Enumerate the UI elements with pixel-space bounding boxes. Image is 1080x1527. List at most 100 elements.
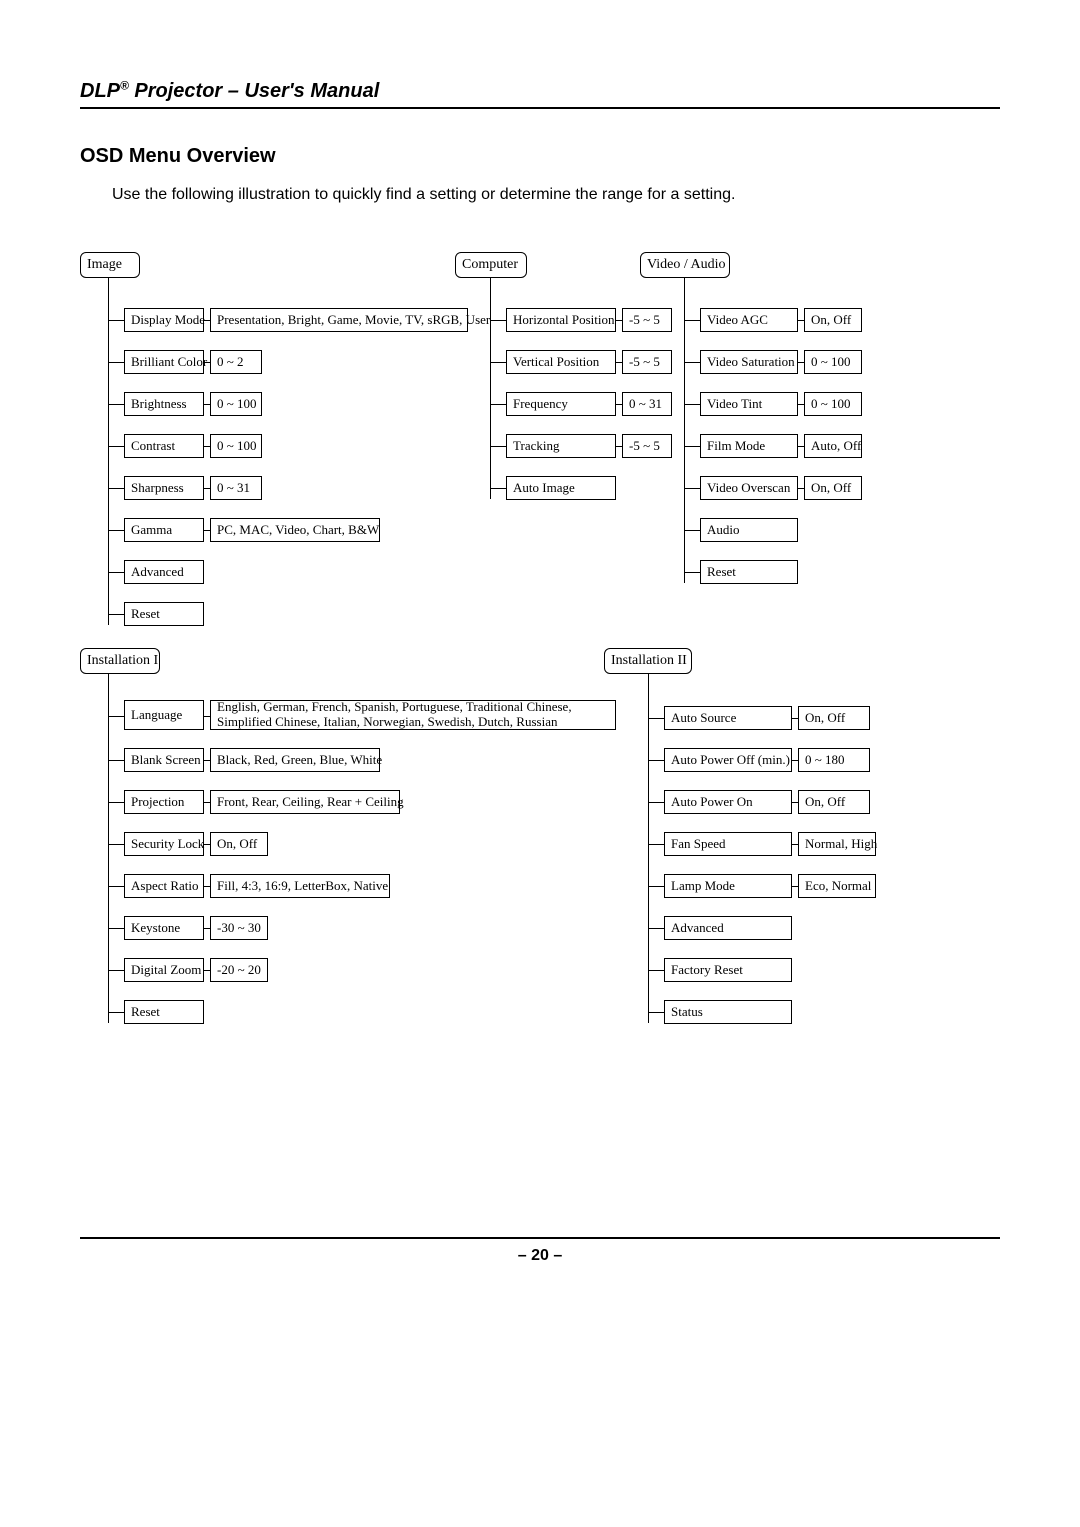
tree-branch [108,530,124,531]
tree-branch [684,362,700,363]
text: Lamp Mode [671,878,735,894]
tree-branch [684,572,700,573]
tree-branch [684,320,700,321]
menu-header-installation1: Installation I [80,648,160,674]
text: 0 ~ 100 [811,396,851,412]
text: On, Off [217,836,257,852]
item-value: PC, MAC, Video, Chart, B&W [210,518,380,542]
item-value: Black, Red, Green, Blue, White [210,748,380,772]
tree-branch [648,928,664,929]
text: Keystone [131,920,180,936]
tree-branch [648,1012,664,1013]
tree-branch [648,802,664,803]
menu-header-installation2: Installation II [604,648,692,674]
item-label: Film Mode [700,434,798,458]
text: -5 ~ 5 [629,354,660,370]
page-header: DLP® Projector – User's Manual [80,80,379,102]
tree-branch [648,718,664,719]
item-label: Display Mode [124,308,204,332]
item-value: On, Off [798,790,870,814]
text: Language [131,707,182,723]
text: Frequency [513,396,568,412]
text: Auto Power Off (min.) [671,752,790,768]
item-value: Presentation, Bright, Game, Movie, TV, s… [210,308,468,332]
item-value: Auto, Off [804,434,862,458]
item-label: Factory Reset [664,958,792,982]
item-value: -5 ~ 5 [622,434,672,458]
item-label: Video AGC [700,308,798,332]
item-label: Video Saturation [700,350,798,374]
item-label: Blank Screen [124,748,204,772]
tree-branch [490,446,506,447]
text: Reset [707,564,736,580]
text: Fan Speed [671,836,726,852]
text: Auto Source [671,710,736,726]
tree-branch [490,362,506,363]
item-label: Auto Power Off (min.) [664,748,792,772]
text: Factory Reset [671,962,743,978]
item-label: Brilliant Color [124,350,204,374]
item-value: Fill, 4:3, 16:9, LetterBox, Native [210,874,390,898]
text: On, Off [811,312,851,328]
text: Contrast [131,438,175,454]
item-label: Auto Source [664,706,792,730]
text: Film Mode [707,438,765,454]
text: Brightness [131,396,187,412]
item-label: Projection [124,790,204,814]
footer-rule [80,1237,1000,1239]
page-number: – 20 – [0,1247,1080,1265]
item-value: On, Off [804,308,862,332]
text: Tracking [513,438,559,454]
menu-header-computer-label: Computer [462,257,518,273]
tree-branch [108,362,124,363]
text: Normal, High [805,836,877,852]
tree-stem [490,278,491,499]
text: Security Lock [131,836,204,852]
item-label: Auto Power On [664,790,792,814]
item-label: Vertical Position [506,350,616,374]
text: Auto Power On [671,794,753,810]
tree-branch [108,488,124,489]
item-label: Fan Speed [664,832,792,856]
item-value: -5 ~ 5 [622,350,672,374]
item-value: 0 ~ 31 [622,392,672,416]
item-label: Advanced [664,916,792,940]
tree-branch [648,970,664,971]
text: Video Overscan [707,480,790,496]
text: Advanced [671,920,724,936]
item-label: Contrast [124,434,204,458]
item-label: Horizontal Position [506,308,616,332]
text: Advanced [131,564,184,580]
item-label: Video Overscan [700,476,798,500]
section-title: OSD Menu Overview [80,145,1000,168]
tree-branch [108,572,124,573]
item-label: Security Lock [124,832,204,856]
item-label: Brightness [124,392,204,416]
text: On, Off [805,794,845,810]
text: 0 ~ 100 [217,396,257,412]
text: Video Tint [707,396,762,412]
item-label: Reset [124,1000,204,1024]
page: DLP® Projector – User's Manual OSD Menu … [0,0,1080,1527]
tree-branch [108,844,124,845]
item-value: -5 ~ 5 [622,308,672,332]
item-label: Digital Zoom [124,958,204,982]
text: 0 ~ 31 [629,396,662,412]
menu-header-installation2-label: Installation II [611,653,687,669]
item-value: On, Off [804,476,862,500]
item-value: Eco, Normal [798,874,876,898]
text: English, German, French, Spanish, Portug… [217,700,609,729]
text: On, Off [811,480,851,496]
text: Status [671,1004,703,1020]
text: 0 ~ 100 [811,354,851,370]
menu-header-video-audio: Video / Audio [640,252,730,278]
item-label: Gamma [124,518,204,542]
item-label: Reset [700,560,798,584]
tree-branch [108,716,124,717]
item-value: On, Off [798,706,870,730]
tree-branch [108,970,124,971]
tree-branch [108,1012,124,1013]
item-label: Tracking [506,434,616,458]
text: Digital Zoom [131,962,201,978]
menu-header-video-audio-label: Video / Audio [647,257,726,273]
